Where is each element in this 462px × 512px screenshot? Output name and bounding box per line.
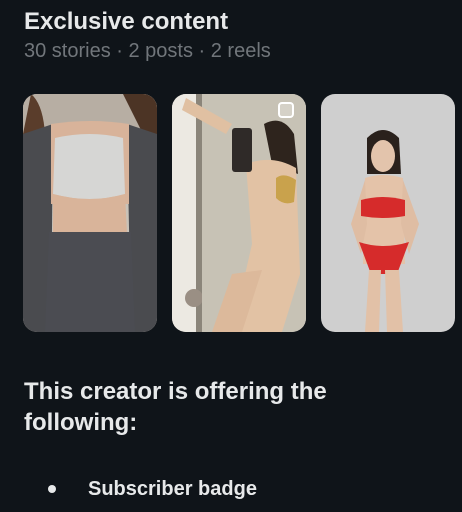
bullet-icon [48,485,56,493]
content-thumbnail-1[interactable] [23,94,157,332]
photo-thumbnail-1 [23,94,157,332]
benefit-label: Subscriber badge [88,477,257,500]
exclusive-content-gallery [23,94,455,334]
benefit-item-subscriber-badge: Subscriber badge [48,474,257,504]
section-title: Exclusive content [24,8,229,35]
photo-thumbnail-3 [321,94,455,332]
content-thumbnail-3[interactable] [321,94,455,332]
offer-heading: This creator is offering the following: [24,378,327,436]
content-counts: 30 stories · 2 posts · 2 reels [24,40,271,62]
content-thumbnail-2[interactable] [172,94,306,332]
reel-icon [278,102,294,118]
photo-thumbnail-2 [172,94,306,332]
